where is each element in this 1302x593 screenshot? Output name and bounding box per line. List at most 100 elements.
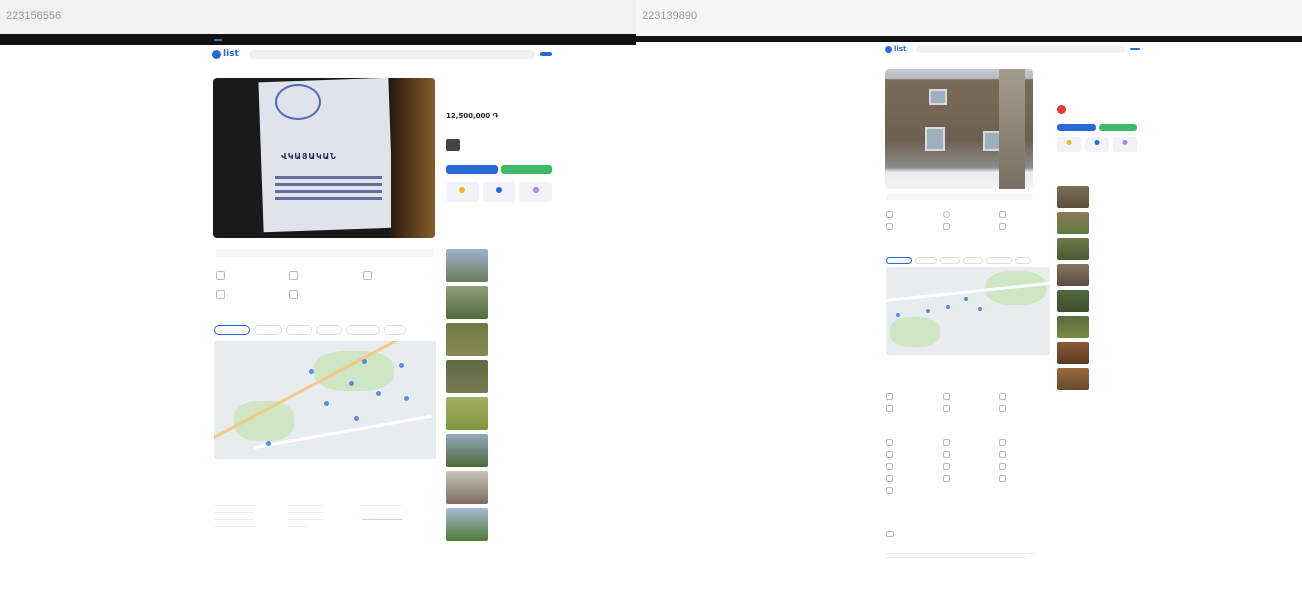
map-tab[interactable] xyxy=(286,325,312,335)
share-card[interactable] xyxy=(1085,137,1109,152)
similar-listings xyxy=(1057,182,1137,390)
similar-listings xyxy=(446,244,552,541)
feature-item xyxy=(362,271,436,280)
map-tab[interactable] xyxy=(940,257,960,264)
similar-item[interactable] xyxy=(1057,212,1137,234)
utility-item xyxy=(999,451,1056,458)
similar-item[interactable] xyxy=(1057,290,1137,312)
left-screenshot-panel: 223156556 list ՎԿԱՅԱԿԱՆ 12,500,000 ֏ xyxy=(0,0,636,593)
detail-row xyxy=(288,526,308,527)
similar-item[interactable] xyxy=(446,323,552,356)
map-pin-icon xyxy=(896,313,900,317)
feature-item xyxy=(216,290,289,299)
seller-avatar[interactable] xyxy=(446,139,460,151)
map-tab[interactable] xyxy=(963,257,983,264)
utility-icon xyxy=(886,439,893,446)
map-tab[interactable] xyxy=(886,257,912,264)
similar-item[interactable] xyxy=(446,249,552,282)
listing-photo[interactable]: ՎԿԱՅԱԿԱՆ xyxy=(213,78,435,238)
feature-item xyxy=(216,271,289,280)
location-map[interactable] xyxy=(214,341,436,459)
message-button[interactable] xyxy=(1098,124,1137,131)
message-button[interactable] xyxy=(500,165,552,174)
listing-id-label: 223139890 xyxy=(636,0,1302,36)
compare-card[interactable] xyxy=(519,182,553,202)
favorite-card[interactable] xyxy=(1057,137,1081,152)
map-tab[interactable] xyxy=(214,325,250,335)
compare-card[interactable] xyxy=(1113,137,1137,152)
amenity-item xyxy=(886,405,943,412)
star-icon xyxy=(459,187,466,193)
map-tab[interactable] xyxy=(1015,257,1031,264)
similar-item[interactable] xyxy=(446,471,552,504)
amenity-item xyxy=(999,405,1056,412)
favorite-card[interactable] xyxy=(446,182,479,202)
similar-thumbnail xyxy=(1057,264,1089,286)
map-tab[interactable] xyxy=(346,325,380,335)
similar-thumbnail xyxy=(446,508,488,541)
park-area xyxy=(890,317,940,347)
document-icon xyxy=(362,271,372,280)
detail-row xyxy=(214,512,254,513)
nav-active-item[interactable] xyxy=(214,38,222,41)
similar-item[interactable] xyxy=(446,286,552,319)
area-icon xyxy=(216,271,225,280)
map-pin-icon xyxy=(354,416,359,421)
similar-item[interactable] xyxy=(446,434,552,467)
map-tab[interactable] xyxy=(384,325,406,335)
similar-thumbnail xyxy=(1057,342,1089,364)
site-logo[interactable]: list xyxy=(885,45,906,53)
top-nav-bar xyxy=(0,34,636,45)
map-pin-icon xyxy=(926,309,930,313)
utility-icon xyxy=(942,439,950,446)
similar-thumbnail xyxy=(446,249,488,282)
utility-icon xyxy=(886,451,893,458)
map-pin-icon xyxy=(399,363,404,368)
map-tab[interactable] xyxy=(316,325,342,335)
similar-thumbnail xyxy=(446,471,488,504)
similar-thumbnail xyxy=(446,323,488,356)
similar-item[interactable] xyxy=(1057,316,1137,338)
stamp-seal-icon xyxy=(275,84,321,120)
similar-item[interactable] xyxy=(1057,264,1137,286)
call-button[interactable] xyxy=(446,165,498,174)
feature-item xyxy=(289,271,362,280)
share-icon xyxy=(1094,140,1100,145)
similar-item[interactable] xyxy=(1057,368,1137,390)
area-icon xyxy=(886,211,893,218)
feature-item xyxy=(999,211,1056,218)
similar-item[interactable] xyxy=(446,508,552,541)
call-button[interactable] xyxy=(1057,124,1096,131)
site-logo[interactable]: list xyxy=(212,49,239,59)
amenity-icon xyxy=(999,405,1007,412)
location-map[interactable] xyxy=(886,267,1050,355)
map-pin-icon xyxy=(362,359,367,364)
share-card[interactable] xyxy=(482,182,516,202)
breadcrumb[interactable] xyxy=(214,67,215,72)
search-input[interactable] xyxy=(916,45,1125,53)
similar-item[interactable] xyxy=(1057,238,1137,260)
utility-item xyxy=(942,439,1000,446)
post-ad-button[interactable] xyxy=(1130,48,1140,50)
map-tab[interactable] xyxy=(915,257,937,264)
map-tab[interactable] xyxy=(254,325,282,335)
listing-photo[interactable] xyxy=(885,69,1033,189)
similar-item[interactable] xyxy=(446,397,552,430)
search-input[interactable] xyxy=(248,49,535,59)
utility-item xyxy=(886,463,943,470)
listing-id-label: 223156556 xyxy=(0,0,636,34)
similar-thumbnail xyxy=(1057,212,1089,234)
post-ad-button[interactable] xyxy=(540,52,552,56)
action-cards xyxy=(446,182,553,202)
utility-item xyxy=(942,475,1000,482)
floor-icon xyxy=(999,211,1007,218)
map-tab[interactable] xyxy=(986,257,1012,264)
similar-item[interactable] xyxy=(446,360,552,393)
similar-item[interactable] xyxy=(1057,342,1137,364)
seller-avatar[interactable] xyxy=(1057,105,1066,114)
listing-summary xyxy=(1057,69,1137,152)
map-link[interactable] xyxy=(886,194,1032,200)
document-icon xyxy=(289,271,299,280)
map-link[interactable] xyxy=(216,249,434,257)
similar-item[interactable] xyxy=(1057,186,1137,208)
